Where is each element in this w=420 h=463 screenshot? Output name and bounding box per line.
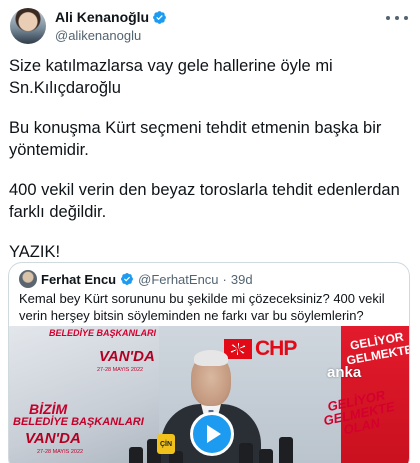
tweet-paragraph: YAZIK! — [9, 243, 61, 261]
author-block: Ali Kenanoğlu @alikenanoglu — [55, 9, 167, 43]
separator-dot: · — [222, 271, 227, 287]
more-dot — [395, 16, 399, 20]
microphone — [129, 447, 143, 463]
tweet-paragraph: 400 vekil verin den beyaz toroslarla teh… — [9, 181, 400, 221]
more-options-icon[interactable] — [386, 12, 408, 24]
tweet: Ali Kenanoğlu @alikenanoglu Size katılma… — [0, 0, 420, 463]
author-avatar[interactable] — [10, 8, 46, 44]
banner-location: VAN'DA — [99, 348, 155, 365]
quoted-author-handle: @FerhatEncu — [138, 271, 219, 287]
quoted-tweet-text: Kemal bey Kürt sorununu bu şekilde mi çö… — [19, 291, 385, 323]
verified-badge-icon — [121, 273, 134, 285]
quoted-tweet[interactable]: Ferhat Encu @FerhatEncu · 39d Kemal bey … — [8, 262, 410, 463]
tweet-text: Size katılmazlarsa vay gele hallerine öy… — [9, 55, 411, 281]
quoted-author-name: Ferhat Encu — [41, 271, 117, 287]
author-name-row: Ali Kenanoğlu — [55, 9, 167, 25]
author-name[interactable]: Ali Kenanoğlu — [55, 9, 149, 25]
more-dot — [386, 16, 390, 20]
banner-date: 27-28 MAYIS 2022 — [97, 367, 144, 373]
play-triangle — [207, 425, 221, 443]
anka-watermark: anka — [327, 364, 362, 381]
microphone — [279, 437, 293, 463]
banner-bizim-date: 27-28 MAYIS 2022 — [37, 449, 84, 455]
banner-title: BELEDİYE BAŞKANLARI — [49, 328, 157, 338]
more-dot — [404, 16, 408, 20]
quoted-author-avatar — [19, 270, 37, 288]
microphone — [259, 449, 273, 463]
video-thumbnail[interactable]: BELEDİYE BAŞKANLARI VAN'DA 27-28 MAYIS 2… — [9, 326, 409, 463]
verified-badge-icon — [153, 10, 167, 24]
speaker-hair — [194, 350, 228, 366]
chp-logo-text: CHP — [255, 337, 297, 360]
banner-bizim-sub: BELEDİYE BAŞKANLARI — [13, 416, 144, 428]
tweet-paragraph: Size katılmazlarsa vay gele hallerine öy… — [9, 57, 333, 97]
quoted-timestamp[interactable]: 39d — [231, 272, 253, 287]
banner-bizim: BİZİM — [29, 401, 68, 417]
quoted-tweet-header: Ferhat Encu @FerhatEncu · 39d — [19, 270, 253, 288]
banner-bizim-location: VAN'DA — [25, 430, 81, 447]
tweet-paragraph: Bu konuşma Kürt seçmeni tehdit etmenin b… — [9, 119, 382, 159]
microphone-flag: ÇİN — [157, 434, 175, 454]
author-handle[interactable]: @alikenanoglu — [55, 28, 167, 43]
microphone — [239, 443, 253, 463]
play-icon[interactable] — [190, 412, 234, 456]
